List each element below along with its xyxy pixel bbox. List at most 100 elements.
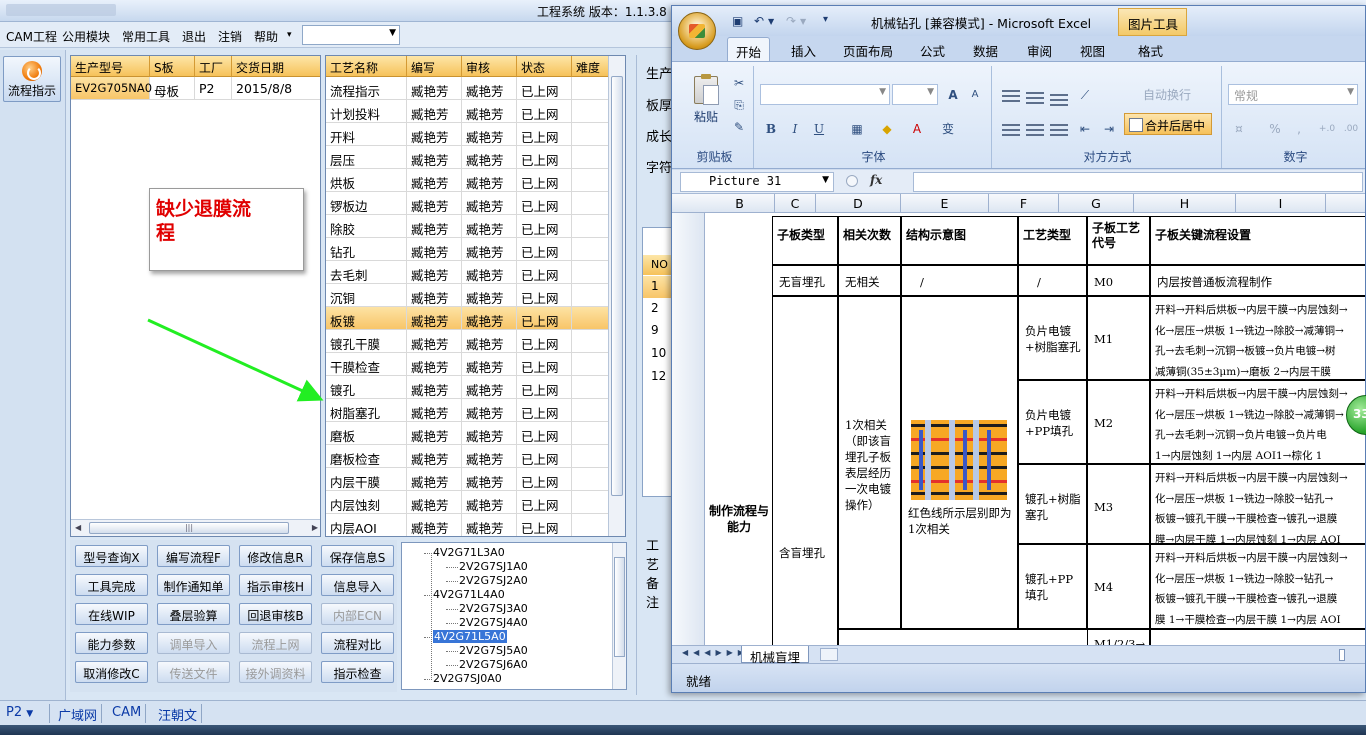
col-header-factory[interactable]: 工厂: [195, 56, 232, 77]
status-factory[interactable]: P2 ▼: [2, 704, 50, 723]
column-header[interactable]: G: [1059, 194, 1134, 213]
table-cell[interactable]: /: [901, 265, 1018, 296]
table-cell-code[interactable]: M4: [1087, 544, 1150, 629]
col-header-status[interactable]: 状态: [517, 56, 572, 77]
tab-review[interactable]: 审阅: [1027, 41, 1052, 60]
process-cell-reviewer[interactable]: 臧艳芳: [462, 146, 517, 169]
process-cell-process-name[interactable]: 锣板边: [326, 192, 407, 215]
process-cell-difficulty[interactable]: [572, 307, 609, 330]
process-cell-status[interactable]: 已上网: [517, 146, 572, 169]
product-cell-s-board[interactable]: 母板: [150, 77, 195, 100]
hscroll-thumb[interactable]: [1339, 649, 1345, 661]
menu-exit[interactable]: 退出: [182, 28, 206, 45]
tab-insert[interactable]: 插入: [791, 41, 816, 60]
process-cell-difficulty[interactable]: [572, 238, 609, 261]
process-cell-writer[interactable]: 臧艳芳: [407, 399, 462, 422]
col-header-difficulty[interactable]: 难度: [572, 56, 609, 77]
column-header[interactable]: I: [1236, 194, 1326, 213]
tab-page-layout[interactable]: 页面布局: [843, 41, 893, 60]
table-header-cell[interactable]: 结构示意图: [901, 216, 1018, 265]
column-header[interactable]: B: [705, 194, 775, 213]
process-cell-writer[interactable]: 臧艳芳: [407, 330, 462, 353]
col-header-s-board[interactable]: S板: [150, 56, 195, 77]
tab-data[interactable]: 数据: [973, 41, 998, 60]
tree-node[interactable]: 2V2G7SJ0A0: [424, 672, 502, 685]
process-cell-reviewer[interactable]: 臧艳芳: [462, 238, 517, 261]
col-header-delivery-date[interactable]: 交货日期: [232, 56, 320, 77]
menu-logout[interactable]: 注销: [218, 28, 242, 45]
table-cell-next-code[interactable]: M1/2/3→: [1087, 629, 1150, 645]
table-cell-process[interactable]: 负片电镀+树脂塞孔: [1018, 296, 1087, 380]
tree-vscroll[interactable]: [612, 543, 626, 689]
process-cell-process-name[interactable]: 开料: [326, 123, 407, 146]
action-button[interactable]: 在线WIP: [75, 603, 148, 625]
table-cell[interactable]: 无相关: [838, 265, 901, 296]
table-cell-code[interactable]: M1: [1087, 296, 1150, 380]
table-cell-blind-type[interactable]: 含盲埋孔: [772, 296, 838, 645]
paste-button[interactable]: 粘贴: [686, 74, 726, 136]
process-cell-writer[interactable]: 臧艳芳: [407, 215, 462, 238]
process-cell-status[interactable]: 已上网: [517, 192, 572, 215]
process-cell-status[interactable]: 已上网: [517, 376, 572, 399]
action-button[interactable]: 工具完成: [75, 574, 148, 596]
process-cell-writer[interactable]: 臧艳芳: [407, 146, 462, 169]
process-cell-writer[interactable]: 臧艳芳: [407, 123, 462, 146]
chevron-down-icon[interactable]: ▼: [800, 17, 806, 26]
flow-instruction-button[interactable]: 流程指示: [3, 56, 61, 102]
process-cell-difficulty[interactable]: [572, 468, 609, 491]
process-cell-reviewer[interactable]: 臧艳芳: [462, 514, 517, 536]
process-cell-difficulty[interactable]: [572, 422, 609, 445]
menu-help[interactable]: 帮助: [254, 28, 278, 45]
menu-tools[interactable]: 常用工具: [122, 28, 170, 45]
process-grid-vscroll[interactable]: [608, 56, 625, 536]
column-header[interactable]: H: [1134, 194, 1236, 213]
save-icon[interactable]: ▣: [732, 14, 743, 28]
process-cell-status[interactable]: 已上网: [517, 123, 572, 146]
process-cell-process-name[interactable]: 干膜检查: [326, 353, 407, 376]
column-header[interactable]: D: [816, 194, 901, 213]
action-button[interactable]: 内部ECN: [321, 603, 394, 625]
align-right-icon[interactable]: [1050, 124, 1068, 136]
action-button[interactable]: 能力参数: [75, 632, 148, 654]
formula-input[interactable]: [913, 172, 1363, 192]
process-cell-status[interactable]: 已上网: [517, 307, 572, 330]
action-button[interactable]: 叠层验算: [157, 603, 230, 625]
process-cell-writer[interactable]: 臧艳芳: [407, 77, 462, 100]
scroll-right-icon[interactable]: ▶: [312, 523, 318, 532]
customize-quick-access-icon[interactable]: ▾: [823, 14, 828, 25]
table-cell-process[interactable]: 镀孔+树脂塞孔: [1018, 464, 1087, 544]
process-cell-process-name[interactable]: 去毛刺: [326, 261, 407, 284]
tab-view[interactable]: 视图: [1080, 41, 1105, 60]
column-header[interactable]: C: [775, 194, 816, 213]
process-cell-status[interactable]: 已上网: [517, 468, 572, 491]
sheet-nav-icons[interactable]: ◀◀◀▶▶▶: [682, 648, 749, 657]
decrease-indent-icon[interactable]: ⇤: [1074, 118, 1096, 139]
undo-icon[interactable]: ↶: [754, 14, 764, 28]
process-cell-status[interactable]: 已上网: [517, 284, 572, 307]
action-button[interactable]: 信息导入: [321, 574, 394, 596]
process-cell-difficulty[interactable]: [572, 77, 609, 100]
action-button[interactable]: 接外调资料: [239, 661, 312, 683]
currency-icon[interactable]: ¤: [1228, 118, 1250, 139]
chevron-down-icon[interactable]: ▼: [768, 17, 774, 26]
process-cell-reviewer[interactable]: 臧艳芳: [462, 100, 517, 123]
tree-node[interactable]: 2V2G7SJ3A0: [446, 602, 528, 615]
process-cell-reviewer[interactable]: 臧艳芳: [462, 123, 517, 146]
process-cell-reviewer[interactable]: 臧艳芳: [462, 261, 517, 284]
tree-node[interactable]: 4V2G71L3A0: [424, 546, 505, 559]
table-cell-process[interactable]: 负片电镀+PP填孔: [1018, 380, 1087, 464]
process-cell-process-name[interactable]: 沉铜: [326, 284, 407, 307]
col-header-reviewer[interactable]: 审核: [462, 56, 517, 77]
decrease-decimal-icon[interactable]: .00: [1340, 118, 1362, 139]
process-cell-difficulty[interactable]: [572, 399, 609, 422]
process-cell-difficulty[interactable]: [572, 514, 609, 536]
process-cell-process-name[interactable]: 磨板: [326, 422, 407, 445]
process-cell-process-name[interactable]: 内层AOI: [326, 514, 407, 536]
action-button[interactable]: 编写流程F: [157, 545, 230, 567]
table-header-cell[interactable]: 相关次数: [838, 216, 901, 265]
table-cell[interactable]: 无盲埋孔: [772, 265, 838, 296]
menu-cam[interactable]: CAM工程: [6, 28, 57, 45]
font-name-box[interactable]: ▼: [760, 84, 890, 105]
align-left-icon[interactable]: [1002, 124, 1020, 136]
process-cell-reviewer[interactable]: 臧艳芳: [462, 284, 517, 307]
